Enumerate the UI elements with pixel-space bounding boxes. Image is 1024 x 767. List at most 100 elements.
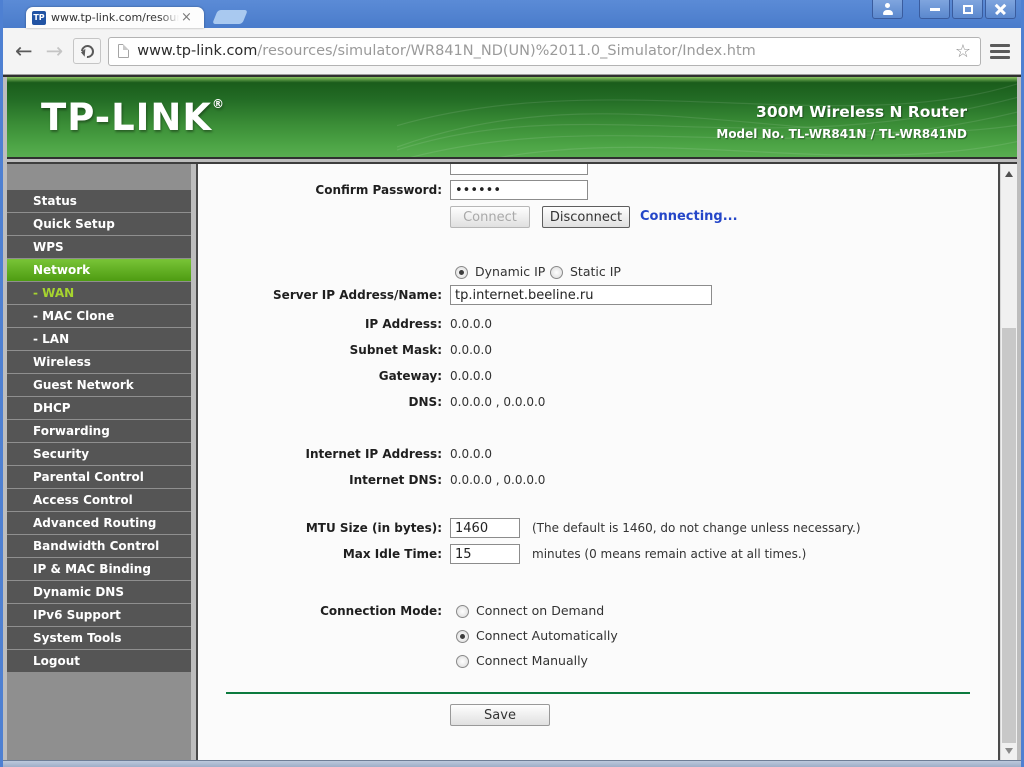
save-button[interactable]: Save xyxy=(450,704,550,726)
connect-manually-radio[interactable] xyxy=(456,655,469,668)
window-bottom-frame xyxy=(3,760,1021,767)
dns-label: DNS: xyxy=(198,391,442,413)
static-ip-label[interactable]: Static IP xyxy=(570,264,621,279)
sidebar-item-parental-control[interactable]: Parental Control xyxy=(7,466,191,488)
section-separator xyxy=(226,692,970,694)
subnet-mask-value: 0.0.0.0 xyxy=(450,339,492,361)
internet-ip-value: 0.0.0.0 xyxy=(450,443,492,465)
browser-toolbar: ← → www.tp-link.com /resources/simulator… xyxy=(3,28,1021,75)
sidebar-item-bandwidth-control[interactable]: Bandwidth Control xyxy=(7,535,191,557)
router-admin-page: TP-LINK® 300M Wireless N Router Model No… xyxy=(3,75,1021,760)
dynamic-ip-label[interactable]: Dynamic IP xyxy=(475,264,545,279)
maximize-icon xyxy=(963,5,973,14)
profile-button[interactable] xyxy=(872,0,903,19)
sidebar-item-wireless[interactable]: Wireless xyxy=(7,351,191,373)
dns-value: 0.0.0.0 , 0.0.0.0 xyxy=(450,391,545,413)
mtu-size-input[interactable] xyxy=(450,518,520,538)
gateway-label: Gateway: xyxy=(198,365,442,387)
max-idle-time-note: minutes (0 means remain active at all ti… xyxy=(532,543,806,565)
static-ip-radio[interactable] xyxy=(550,266,563,279)
page-document-icon xyxy=(118,44,129,58)
sidebar-item-ip-mac-binding[interactable]: IP & MAC Binding xyxy=(7,558,191,580)
subnet-mask-label: Subnet Mask: xyxy=(198,339,442,361)
internet-ip-label: Internet IP Address: xyxy=(198,443,442,465)
registered-mark: ® xyxy=(212,97,225,111)
max-idle-time-label: Max Idle Time: xyxy=(198,543,442,565)
confirm-password-field[interactable] xyxy=(450,180,588,200)
connect-on-demand-radio[interactable] xyxy=(456,605,469,618)
product-name: 300M Wireless N Router xyxy=(716,103,967,121)
tab-title: www.tp-link.com/resource xyxy=(51,11,179,24)
scrollbar-thumb[interactable] xyxy=(1002,328,1016,743)
reload-button[interactable] xyxy=(73,38,101,64)
internet-dns-label: Internet DNS: xyxy=(198,469,442,491)
scrollbar-up-button[interactable] xyxy=(1001,166,1017,182)
vertical-scrollbar[interactable] xyxy=(1000,164,1017,760)
connect-manually-label[interactable]: Connect Manually xyxy=(476,653,588,668)
bookmark-star-icon[interactable]: ☆ xyxy=(955,41,971,62)
maximize-button[interactable] xyxy=(952,0,983,19)
connect-automatically-label[interactable]: Connect Automatically xyxy=(476,628,618,643)
scrollbar-up-icon xyxy=(1005,167,1013,177)
scrollbar-down-icon xyxy=(1005,748,1013,758)
menu-icon[interactable] xyxy=(988,42,1012,61)
sidebar-item-system-tools[interactable]: System Tools xyxy=(7,627,191,649)
tp-link-favicon: TP xyxy=(32,11,46,25)
minimize-icon xyxy=(930,8,940,11)
browser-tab[interactable]: TP www.tp-link.com/resource × xyxy=(26,7,204,28)
sidebar-item-network[interactable]: Network xyxy=(7,259,191,281)
content-row: Status Quick Setup WPS Network - WAN - M… xyxy=(7,162,1017,760)
minimize-button[interactable] xyxy=(919,0,950,19)
sidebar-item-ipv6-support[interactable]: IPv6 Support xyxy=(7,604,191,626)
sidebar-item-quick-setup[interactable]: Quick Setup xyxy=(7,213,191,235)
sidebar-item-dynamic-dns[interactable]: Dynamic DNS xyxy=(7,581,191,603)
sidebar-item-forwarding[interactable]: Forwarding xyxy=(7,420,191,442)
new-tab-button[interactable] xyxy=(212,10,248,24)
password-field-partial[interactable] xyxy=(450,164,588,175)
sidebar-menu: Status Quick Setup WPS Network - WAN - M… xyxy=(7,164,191,760)
model-number: Model No. TL-WR841N / TL-WR841ND xyxy=(716,127,967,141)
sidebar-item-status[interactable]: Status xyxy=(7,190,191,212)
wan-settings-panel: Confirm Password: Connect Disconnect Con… xyxy=(196,164,1000,760)
close-button[interactable] xyxy=(985,0,1016,19)
forward-button[interactable]: → xyxy=(43,41,67,62)
url-path: /resources/simulator/WR841N_ND(UN)%2011.… xyxy=(257,43,755,59)
mtu-size-note: (The default is 1460, do not change unle… xyxy=(532,517,861,539)
sidebar-item-mac-clone[interactable]: - MAC Clone xyxy=(7,305,191,327)
sidebar-item-dhcp[interactable]: DHCP xyxy=(7,397,191,419)
max-idle-time-input[interactable] xyxy=(450,544,520,564)
browser-window: TP www.tp-link.com/resource × ← → www.tp… xyxy=(0,0,1024,767)
server-name-label: Server IP Address/Name: xyxy=(198,284,442,306)
connection-mode-label: Connection Mode: xyxy=(198,600,442,622)
close-icon xyxy=(995,4,1006,15)
mtu-size-label: MTU Size (in bytes): xyxy=(198,517,442,539)
url-host: www.tp-link.com xyxy=(137,43,257,59)
person-icon xyxy=(882,3,894,15)
sidebar-item-wps[interactable]: WPS xyxy=(7,236,191,258)
connect-automatically-radio[interactable] xyxy=(456,630,469,643)
scrollbar-down-button[interactable] xyxy=(1001,742,1017,758)
sidebar-item-lan[interactable]: - LAN xyxy=(7,328,191,350)
tab-close-icon[interactable]: × xyxy=(181,11,192,25)
ip-address-value: 0.0.0.0 xyxy=(450,313,492,335)
dynamic-ip-radio[interactable] xyxy=(455,266,468,279)
reload-icon xyxy=(78,42,96,60)
ip-address-label: IP Address: xyxy=(198,313,442,335)
connect-button[interactable]: Connect xyxy=(450,206,530,228)
sidebar-item-security[interactable]: Security xyxy=(7,443,191,465)
sidebar-item-guest-network[interactable]: Guest Network xyxy=(7,374,191,396)
back-button[interactable]: ← xyxy=(12,41,36,62)
header-banner: TP-LINK® 300M Wireless N Router Model No… xyxy=(7,77,1017,159)
connection-status: Connecting... xyxy=(640,206,738,228)
titlebar: TP www.tp-link.com/resource × xyxy=(3,0,1021,28)
sidebar-item-advanced-routing[interactable]: Advanced Routing xyxy=(7,512,191,534)
confirm-password-label: Confirm Password: xyxy=(198,179,442,201)
server-name-input[interactable] xyxy=(450,285,712,305)
address-bar[interactable]: www.tp-link.com /resources/simulator/WR8… xyxy=(108,37,981,66)
sidebar-item-wan[interactable]: - WAN xyxy=(7,282,191,304)
sidebar-item-access-control[interactable]: Access Control xyxy=(7,489,191,511)
connect-on-demand-label[interactable]: Connect on Demand xyxy=(476,603,604,618)
sidebar-item-logout[interactable]: Logout xyxy=(7,650,191,672)
disconnect-button[interactable]: Disconnect xyxy=(542,206,630,228)
gateway-value: 0.0.0.0 xyxy=(450,365,492,387)
